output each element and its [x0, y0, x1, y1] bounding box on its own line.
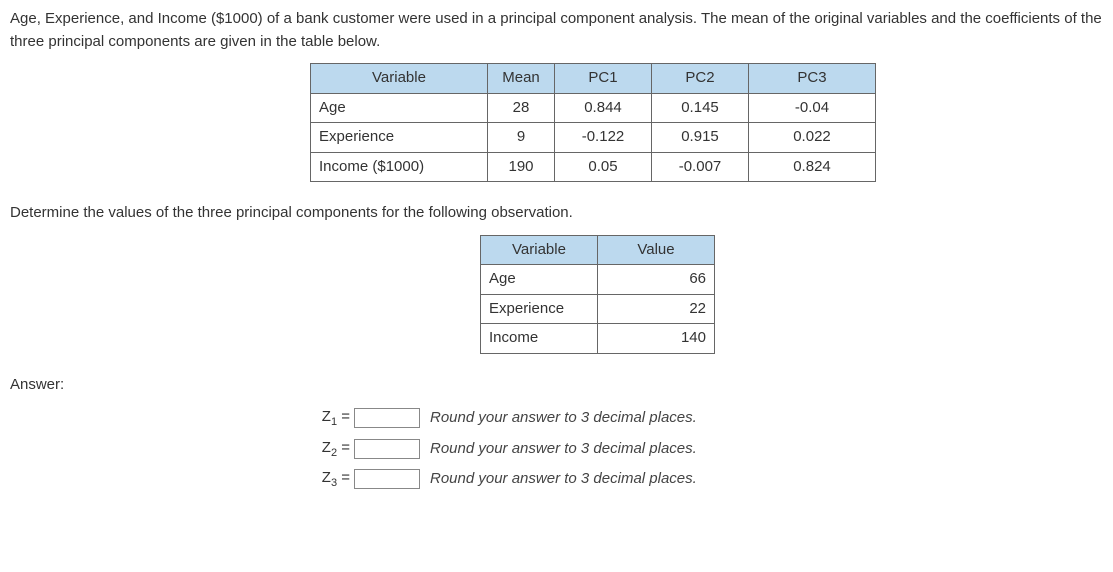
cell-pc1: 0.05 [555, 152, 652, 182]
z2-input[interactable] [354, 439, 420, 459]
col-pc3: PC3 [749, 64, 876, 94]
pca-table: Variable Mean PC1 PC2 PC3 Age 28 0.844 0… [310, 63, 876, 182]
z1-input[interactable] [354, 408, 420, 428]
cell-pc1: 0.844 [555, 93, 652, 123]
prompt-text: Determine the values of the three princi… [10, 202, 1103, 225]
answer-row-z2: Z2 = Round your answer to 3 decimal plac… [310, 437, 1103, 462]
cell-mean: 28 [488, 93, 555, 123]
table-row: Age 28 0.844 0.145 -0.04 [311, 93, 876, 123]
col-pc2: PC2 [652, 64, 749, 94]
z3-input[interactable] [354, 469, 420, 489]
z1-hint: Round your answer to 3 decimal places. [430, 407, 697, 430]
cell-variable: Age [311, 93, 488, 123]
table-row: Income 140 [481, 324, 715, 354]
table-row: Experience 9 -0.122 0.915 0.022 [311, 123, 876, 153]
z3-hint: Round your answer to 3 decimal places. [430, 468, 697, 491]
col-value: Value [598, 235, 715, 265]
cell-pc3: -0.04 [749, 93, 876, 123]
cell-pc2: -0.007 [652, 152, 749, 182]
table-row: Experience 22 [481, 294, 715, 324]
cell-variable: Income [481, 324, 598, 354]
answer-block: Z1 = Round your answer to 3 decimal plac… [310, 406, 1103, 492]
table-header-row: Variable Mean PC1 PC2 PC3 [311, 64, 876, 94]
col-variable: Variable [311, 64, 488, 94]
answer-label: Answer: [10, 374, 1103, 397]
cell-pc3: 0.022 [749, 123, 876, 153]
intro-text: Age, Experience, and Income ($1000) of a… [10, 8, 1103, 53]
observation-table: Variable Value Age 66 Experience 22 Inco… [480, 235, 715, 354]
cell-pc3: 0.824 [749, 152, 876, 182]
col-variable: Variable [481, 235, 598, 265]
cell-variable: Experience [311, 123, 488, 153]
cell-variable: Experience [481, 294, 598, 324]
table-row: Age 66 [481, 265, 715, 295]
cell-mean: 9 [488, 123, 555, 153]
cell-variable: Income ($1000) [311, 152, 488, 182]
col-pc1: PC1 [555, 64, 652, 94]
cell-pc2: 0.145 [652, 93, 749, 123]
col-mean: Mean [488, 64, 555, 94]
cell-value: 140 [598, 324, 715, 354]
cell-mean: 190 [488, 152, 555, 182]
z2-hint: Round your answer to 3 decimal places. [430, 438, 697, 461]
z3-label: Z3 = [310, 467, 350, 492]
z1-label: Z1 = [310, 406, 350, 431]
answer-row-z1: Z1 = Round your answer to 3 decimal plac… [310, 406, 1103, 431]
cell-variable: Age [481, 265, 598, 295]
table-row: Income ($1000) 190 0.05 -0.007 0.824 [311, 152, 876, 182]
cell-pc2: 0.915 [652, 123, 749, 153]
z2-label: Z2 = [310, 437, 350, 462]
table-header-row: Variable Value [481, 235, 715, 265]
answer-row-z3: Z3 = Round your answer to 3 decimal plac… [310, 467, 1103, 492]
cell-value: 22 [598, 294, 715, 324]
cell-pc1: -0.122 [555, 123, 652, 153]
cell-value: 66 [598, 265, 715, 295]
